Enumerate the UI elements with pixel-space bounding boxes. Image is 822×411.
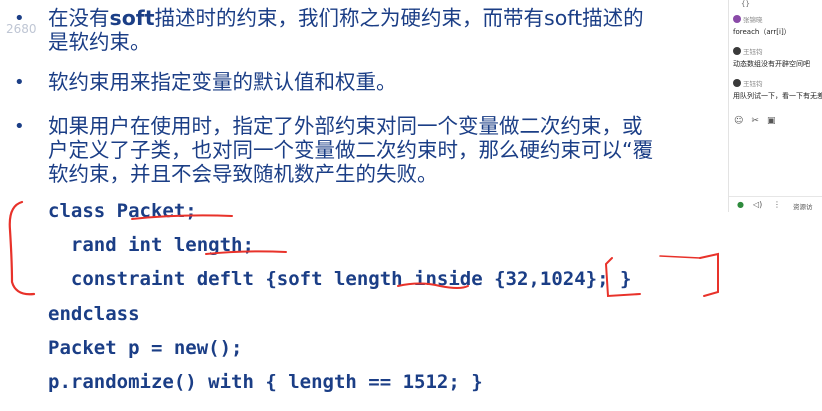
more-icon[interactable]: ⋮: [773, 200, 781, 209]
code-line: endclass: [48, 302, 140, 325]
code-line: rand int length;: [48, 234, 254, 257]
code-line: constraint deflt {soft length inside {32…: [48, 268, 632, 291]
chat-body: foreach（arr[i]）: [733, 28, 791, 36]
speaker-icon[interactable]: ◁): [753, 200, 762, 209]
image-icon[interactable]: ▣: [767, 116, 776, 126]
chat-message: 张锦晓 foreach（arr[i]）: [733, 14, 791, 37]
slide: 2680 • 在没有soft描述时的约束，我们称之为硬约束，而带有soft描述的…: [0, 0, 822, 411]
bullet-dot: •: [14, 72, 25, 93]
bullet-1-bold: soft: [109, 6, 155, 30]
avatar: [733, 79, 741, 87]
chat-sender: 张锦晓: [743, 16, 763, 24]
avatar: [733, 47, 741, 55]
bullet-dot: •: [14, 116, 25, 137]
code-line: p.randomize() with { length == 1512; }: [48, 371, 483, 394]
chat-panel: {} 张锦晓 foreach（arr[i]） 王钰钧 动态数组没有开辟空间吧 王…: [728, 0, 822, 212]
bullet-3-line-2: 户定义了子类，也对同一个变量做二次约束时，那么硬约束可以“覆: [48, 138, 654, 162]
chat-bottom-bar: ● ◁) ⋮ 资源访: [729, 196, 822, 213]
scissors-icon[interactable]: ✂: [751, 116, 759, 126]
smile-icon[interactable]: ☺: [734, 116, 743, 126]
bullet-1-text-a: 在没有: [48, 6, 110, 30]
chat-toolbar: ☺ ✂ ▣: [734, 116, 783, 126]
bullet-1-line-2: 是软约束。: [48, 30, 151, 54]
bullet-1-text-b: 描述时的约束，我们称之为硬约束，而带有soft描述的: [154, 6, 644, 30]
mic-icon[interactable]: ●: [737, 200, 744, 209]
code-line: class Packet;: [48, 200, 197, 222]
chat-top-text: {}: [741, 0, 750, 8]
bullet-3-line-3: 软约束，并且不会导致随机数产生的失败。: [48, 162, 438, 186]
chat-body: 动态数组没有开辟空间吧: [733, 60, 810, 68]
chat-message: 王钰钧 用队列试一下，看一下有无差: [733, 78, 822, 101]
chat-message: 王钰钧 动态数组没有开辟空间吧: [733, 46, 810, 69]
bullet-2-line-1: 软约束用来指定变量的默认值和权重。: [48, 70, 397, 94]
code-block: class Packet; rand int length; constrain…: [48, 194, 631, 399]
chat-sender: 王钰钧: [743, 80, 763, 88]
code-line: Packet p = new();: [48, 336, 243, 359]
chat-sender: 王钰钧: [743, 48, 763, 56]
resource-button[interactable]: 资源访: [793, 201, 813, 211]
bullet-3-line-1: 如果用户在使用时，指定了外部约束对同一个变量做二次约束，或: [48, 114, 643, 138]
chat-body: 用队列试一下，看一下有无差: [733, 92, 822, 100]
avatar: [733, 15, 741, 23]
bullet-dot: •: [14, 8, 25, 29]
bracket-annotation: [8, 200, 36, 296]
box-1024-top: [659, 255, 701, 259]
bullet-1-line-1: 在没有soft描述时的约束，我们称之为硬约束，而带有soft描述的: [48, 6, 644, 30]
box-1024: [699, 252, 719, 297]
